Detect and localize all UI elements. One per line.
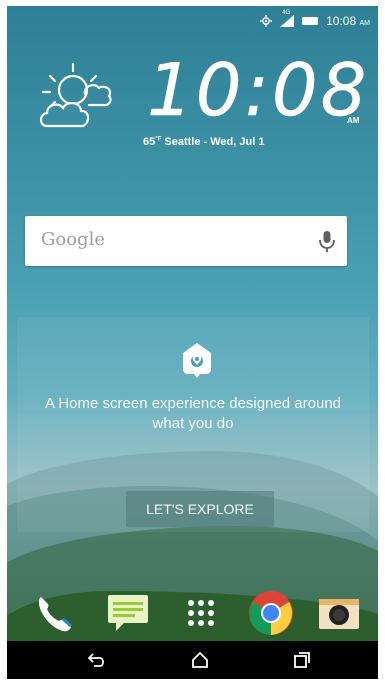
- intro-message: A Home screen experience designed around…: [17, 394, 369, 434]
- home-icon[interactable]: [190, 650, 210, 670]
- status-bar: 4G 10:08 AM: [7, 6, 378, 34]
- status-time: 10:08 AM: [326, 14, 370, 28]
- app-drawer-icon[interactable]: [179, 591, 223, 635]
- camera-app-icon[interactable]: [317, 591, 361, 635]
- network-type-label: 4G: [282, 10, 291, 16]
- search-placeholder: Google: [41, 229, 105, 250]
- battery-icon: [302, 17, 319, 25]
- weather-summary[interactable]: 65°F Seattle - Wed, Jul 1: [143, 136, 264, 148]
- location-date: Seattle - Wed, Jul 1: [164, 136, 265, 148]
- phone-app-icon[interactable]: [33, 591, 77, 635]
- partly-cloudy-icon[interactable]: [33, 56, 115, 138]
- clock-time[interactable]: 10:08: [147, 54, 370, 127]
- temperature-unit: °F: [155, 136, 162, 143]
- signal-icon: 4G: [280, 10, 295, 27]
- intro-message-line2: what you do: [152, 415, 234, 432]
- intro-message-line1: A Home screen experience designed around: [44, 395, 342, 412]
- home-screen: 4G 10:08 AM 10:08 AM 65°F Seattle - Wed,…: [7, 6, 378, 679]
- messages-app-icon[interactable]: [106, 591, 150, 635]
- temperature: 65: [143, 136, 156, 148]
- chrome-app-icon[interactable]: [247, 589, 295, 637]
- gps-icon: [260, 15, 273, 27]
- mic-icon[interactable]: [317, 229, 337, 253]
- clock-ampm: AM: [347, 116, 360, 125]
- app-dock: [7, 591, 378, 641]
- back-icon[interactable]: [87, 650, 107, 670]
- google-search-bar[interactable]: Google: [25, 216, 347, 266]
- navigation-bar: [7, 641, 378, 679]
- home-pin-icon: [183, 343, 211, 378]
- recents-icon[interactable]: [292, 650, 312, 670]
- lets-explore-button[interactable]: LET'S EXPLORE: [126, 491, 274, 527]
